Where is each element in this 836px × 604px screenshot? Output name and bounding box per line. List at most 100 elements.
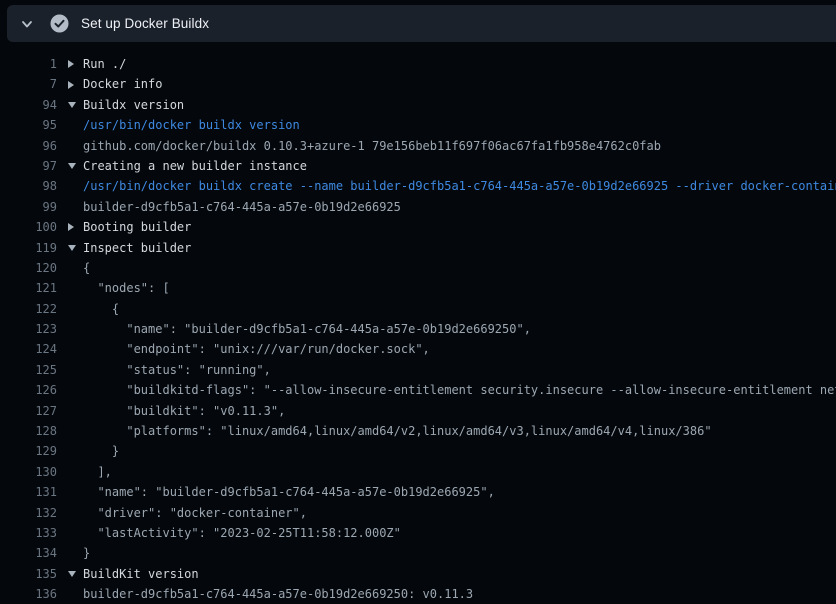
line-number[interactable]: 95: [0, 115, 57, 135]
line-number[interactable]: 126: [0, 380, 57, 400]
line-number[interactable]: 127: [0, 401, 57, 421]
log-line: 134 }: [0, 543, 836, 563]
log-text: Docker info: [83, 74, 836, 94]
log-line: 96 github.com/docker/buildx 0.10.3+azure…: [0, 136, 836, 156]
line-number[interactable]: 129: [0, 441, 57, 461]
line-gutter: [57, 543, 83, 563]
line-number[interactable]: 132: [0, 503, 57, 523]
line-gutter: [57, 401, 83, 421]
log-line: 121 "nodes": [: [0, 278, 836, 298]
line-gutter: [57, 584, 83, 604]
log-line[interactable]: 1 Run ./: [0, 54, 836, 74]
line-number[interactable]: 7: [0, 74, 57, 94]
line-number[interactable]: 125: [0, 360, 57, 380]
log-text: "lastActivity": "2023-02-25T11:58:12.000…: [83, 523, 836, 543]
log-line: 95 /usr/bin/docker buildx version: [0, 115, 836, 135]
log-text: "endpoint": "unix:///var/run/docker.sock…: [83, 339, 836, 359]
line-number[interactable]: 100: [0, 217, 57, 237]
log-text: builder-d9cfb5a1-c764-445a-a57e-0b19d2e6…: [83, 584, 836, 604]
log-line: 124 "endpoint": "unix:///var/run/docker.…: [0, 339, 836, 359]
log-text: "status": "running",: [83, 360, 836, 380]
line-gutter: [57, 238, 83, 258]
log-text: "platforms": "linux/amd64,linux/amd64/v2…: [83, 421, 836, 441]
log-line: 98 /usr/bin/docker buildx create --name …: [0, 176, 836, 196]
log-line: 125 "status": "running",: [0, 360, 836, 380]
log-text: "nodes": [: [83, 278, 836, 298]
line-number[interactable]: 128: [0, 421, 57, 441]
line-number[interactable]: 123: [0, 319, 57, 339]
log-line: 120 {: [0, 258, 836, 278]
step-header[interactable]: Set up Docker Buildx: [7, 5, 836, 42]
line-number[interactable]: 99: [0, 197, 57, 217]
line-gutter: [57, 319, 83, 339]
line-gutter: [57, 74, 83, 94]
log-text: Inspect builder: [83, 238, 836, 258]
chevron-down-icon[interactable]: [68, 571, 76, 577]
line-number[interactable]: 131: [0, 482, 57, 502]
log-text: {: [83, 258, 836, 278]
line-number[interactable]: 120: [0, 258, 57, 278]
chevron-right-icon[interactable]: [68, 60, 74, 68]
line-number[interactable]: 119: [0, 238, 57, 258]
chevron-down-icon[interactable]: [20, 17, 34, 31]
log-text: "name": "builder-d9cfb5a1-c764-445a-a57e…: [83, 319, 836, 339]
log-text: Booting builder: [83, 217, 836, 237]
log-text: "name": "builder-d9cfb5a1-c764-445a-a57e…: [83, 482, 836, 502]
line-number[interactable]: 134: [0, 543, 57, 563]
log-text: {: [83, 299, 836, 319]
chevron-right-icon[interactable]: [68, 223, 74, 231]
log-line: 128 "platforms": "linux/amd64,linux/amd6…: [0, 421, 836, 441]
log-text: ],: [83, 462, 836, 482]
line-number[interactable]: 135: [0, 564, 57, 584]
line-gutter: [57, 441, 83, 461]
line-gutter: [57, 482, 83, 502]
line-gutter: [57, 136, 83, 156]
line-gutter: [57, 95, 83, 115]
line-gutter: [57, 258, 83, 278]
log-container: 1 Run ./ 7 Docker info 94 Buildx version…: [0, 42, 836, 604]
line-number[interactable]: 1: [0, 54, 57, 74]
line-number[interactable]: 136: [0, 584, 57, 604]
line-gutter: [57, 299, 83, 319]
log-line: 129 }: [0, 441, 836, 461]
log-line: 99 builder-d9cfb5a1-c764-445a-a57e-0b19d…: [0, 197, 836, 217]
line-gutter: [57, 564, 83, 584]
log-text: "driver": "docker-container",: [83, 503, 836, 523]
line-gutter: [57, 197, 83, 217]
line-gutter: [57, 115, 83, 135]
line-number[interactable]: 96: [0, 136, 57, 156]
chevron-down-icon[interactable]: [68, 163, 76, 169]
line-number[interactable]: 97: [0, 156, 57, 176]
log-line: 133 "lastActivity": "2023-02-25T11:58:12…: [0, 523, 836, 543]
chevron-right-icon[interactable]: [68, 81, 74, 89]
line-number[interactable]: 121: [0, 278, 57, 298]
log-line[interactable]: 97 Creating a new builder instance: [0, 156, 836, 176]
line-gutter: [57, 523, 83, 543]
chevron-down-icon[interactable]: [68, 102, 76, 108]
log-text: builder-d9cfb5a1-c764-445a-a57e-0b19d2e6…: [83, 197, 836, 217]
line-number[interactable]: 122: [0, 299, 57, 319]
log-line: 130 ],: [0, 462, 836, 482]
log-line: 123 "name": "builder-d9cfb5a1-c764-445a-…: [0, 319, 836, 339]
log-line: 126 "buildkitd-flags": "--allow-insecure…: [0, 380, 836, 400]
line-gutter: [57, 380, 83, 400]
log-text: }: [83, 543, 836, 563]
log-line[interactable]: 7 Docker info: [0, 74, 836, 94]
log-line[interactable]: 94 Buildx version: [0, 95, 836, 115]
log-text: Run ./: [83, 54, 836, 74]
line-gutter: [57, 156, 83, 176]
line-number[interactable]: 130: [0, 462, 57, 482]
log-text: BuildKit version: [83, 564, 836, 584]
log-line[interactable]: 100 Booting builder: [0, 217, 836, 237]
log-line[interactable]: 119 Inspect builder: [0, 238, 836, 258]
chevron-down-icon[interactable]: [68, 245, 76, 251]
line-number[interactable]: 124: [0, 339, 57, 359]
line-number[interactable]: 98: [0, 176, 57, 196]
log-line: 122 {: [0, 299, 836, 319]
log-text: /usr/bin/docker buildx create --name bui…: [83, 176, 836, 196]
line-number[interactable]: 133: [0, 523, 57, 543]
log-line: 131 "name": "builder-d9cfb5a1-c764-445a-…: [0, 482, 836, 502]
line-gutter: [57, 278, 83, 298]
log-line[interactable]: 135 BuildKit version: [0, 564, 836, 584]
line-number[interactable]: 94: [0, 95, 57, 115]
